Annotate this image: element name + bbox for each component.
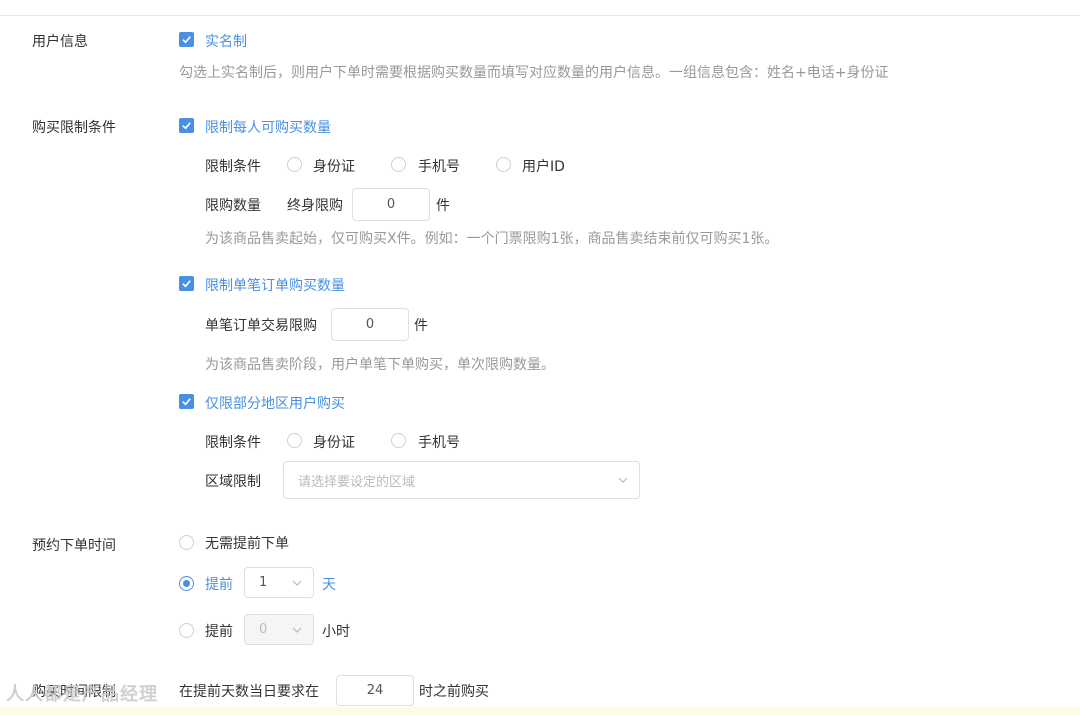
per-person-checkbox[interactable] <box>179 118 194 133</box>
top-divider <box>0 15 1080 16</box>
chevron-down-icon <box>618 477 628 483</box>
days-unit: 天 <box>322 577 336 593</box>
realname-hint: 勾选上实名制后，则用户下单时需要根据购买数量而填写对应数量的用户信息。一组信息包… <box>179 65 889 81</box>
buy-time-suffix: 时之前购买 <box>419 684 489 700</box>
region-radio-phone[interactable] <box>391 433 406 448</box>
hours-unit: 小时 <box>322 624 350 640</box>
realname-label[interactable]: 实名制 <box>205 31 247 51</box>
radio-phone[interactable] <box>391 157 406 172</box>
per-person-label[interactable]: 限制每人可购买数量 <box>205 117 331 137</box>
option-no-advance[interactable]: 无需提前下单 <box>205 533 289 553</box>
per-order-qty-input[interactable]: 0 <box>331 308 409 341</box>
region-label[interactable]: 仅限部分地区用户购买 <box>205 393 345 413</box>
option-id-card[interactable]: 身份证 <box>313 156 355 176</box>
per-person-unit: 件 <box>436 198 450 214</box>
region-checkbox[interactable] <box>179 394 194 409</box>
radio-no-advance[interactable] <box>179 535 194 550</box>
user-info-label: 用户信息 <box>32 34 88 50</box>
purchase-limit-label: 购买限制条件 <box>32 120 116 136</box>
radio-advance-hours[interactable] <box>179 623 194 638</box>
radio-user-id[interactable] <box>496 157 511 172</box>
per-person-hint: 为该商品售卖起始，仅可购买X件。例如：一个门票限购1张，商品售卖结束前仅可购买1… <box>205 231 779 247</box>
per-order-qty-label: 单笔订单交易限购 <box>205 318 317 334</box>
advance-hours-prefix[interactable]: 提前 <box>205 621 233 641</box>
check-icon <box>182 36 191 44</box>
area-placeholder: 请选择要设定的区域 <box>298 474 416 490</box>
hours-select: 0 <box>244 614 314 645</box>
per-order-unit: 件 <box>414 318 428 334</box>
advance-days-prefix[interactable]: 提前 <box>205 574 233 594</box>
region-option-id-card[interactable]: 身份证 <box>313 432 355 452</box>
option-user-id[interactable]: 用户ID <box>522 156 565 176</box>
days-select[interactable]: 1 <box>244 567 314 598</box>
radio-id-card[interactable] <box>287 157 302 172</box>
check-icon <box>182 122 191 130</box>
region-radio-id-card[interactable] <box>287 433 302 448</box>
area-select[interactable]: 请选择要设定的区域 <box>283 461 640 499</box>
buy-time-hour-input[interactable]: 24 <box>336 675 414 706</box>
lifetime-label: 终身限购 <box>287 198 343 214</box>
per-order-checkbox[interactable] <box>179 276 194 291</box>
realname-checkbox[interactable] <box>179 32 194 47</box>
bottom-bar <box>0 707 1080 715</box>
region-condition-label: 限制条件 <box>205 435 261 451</box>
area-label: 区域限制 <box>205 474 261 490</box>
region-option-phone[interactable]: 手机号 <box>418 432 460 452</box>
watermark: 人人都是产品经理 <box>6 684 158 705</box>
check-icon <box>182 280 191 288</box>
days-value: 1 <box>259 575 268 590</box>
per-person-qty-input[interactable]: 0 <box>352 188 430 221</box>
per-person-condition-label: 限制条件 <box>205 159 261 175</box>
chevron-down-icon <box>292 627 302 633</box>
reserve-time-label: 预约下单时间 <box>32 538 116 554</box>
hours-value: 0 <box>259 622 268 637</box>
buy-time-prefix: 在提前天数当日要求在 <box>179 684 319 700</box>
qty-label: 限购数量 <box>205 198 261 214</box>
option-phone[interactable]: 手机号 <box>418 156 460 176</box>
chevron-down-icon <box>292 580 302 586</box>
per-order-label[interactable]: 限制单笔订单购买数量 <box>205 275 345 295</box>
radio-advance-days[interactable] <box>179 576 194 591</box>
per-order-hint: 为该商品售卖阶段，用户单笔下单购买，单次限购数量。 <box>205 357 555 373</box>
check-icon <box>182 398 191 406</box>
